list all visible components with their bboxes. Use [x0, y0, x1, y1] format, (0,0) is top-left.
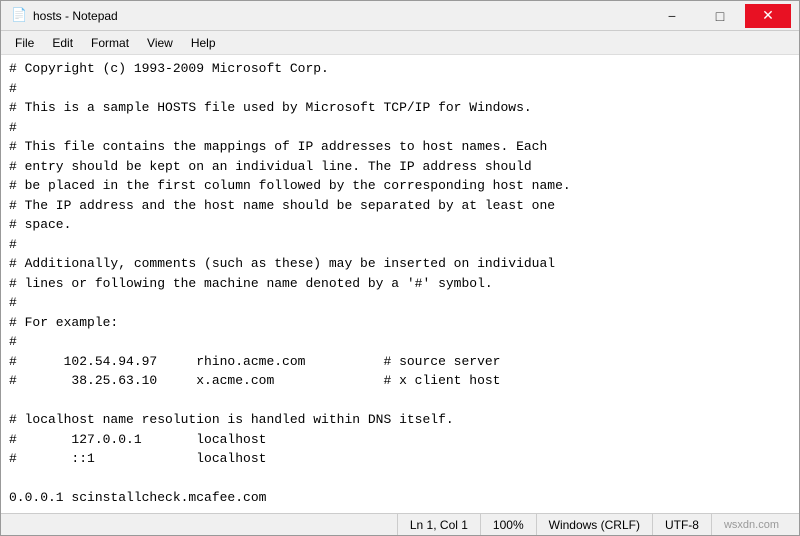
title-bar-left: 📄 hosts - Notepad	[11, 8, 118, 24]
close-button[interactable]: ✕	[745, 4, 791, 28]
menu-view[interactable]: View	[139, 34, 181, 52]
title-bar: 📄 hosts - Notepad − □ ✕	[1, 1, 799, 31]
status-watermark-text: wsxdn.com	[724, 519, 779, 531]
window-controls: − □ ✕	[649, 4, 791, 28]
status-line-ending-text: Windows (CRLF)	[549, 518, 640, 532]
menu-edit[interactable]: Edit	[44, 34, 81, 52]
main-window: 📄 hosts - Notepad − □ ✕ File Edit Format…	[0, 0, 800, 536]
window-title: hosts - Notepad	[33, 9, 118, 23]
app-icon: 📄	[11, 8, 27, 24]
status-zoom-text: 100%	[493, 518, 524, 532]
status-position: Ln 1, Col 1	[398, 514, 481, 535]
menu-file[interactable]: File	[7, 34, 42, 52]
status-encoding: UTF-8	[653, 514, 712, 535]
status-zoom: 100%	[481, 514, 537, 535]
status-bar: Ln 1, Col 1 100% Windows (CRLF) UTF-8 ws…	[1, 513, 799, 535]
status-line-ending: Windows (CRLF)	[537, 514, 653, 535]
menu-format[interactable]: Format	[83, 34, 137, 52]
editor-area[interactable]: # Copyright (c) 1993-2009 Microsoft Corp…	[1, 55, 799, 513]
maximize-button[interactable]: □	[697, 4, 743, 28]
menu-bar: File Edit Format View Help	[1, 31, 799, 55]
status-encoding-text: UTF-8	[665, 518, 699, 532]
minimize-button[interactable]: −	[649, 4, 695, 28]
status-watermark: wsxdn.com	[712, 514, 791, 535]
status-position-text: Ln 1, Col 1	[410, 518, 468, 532]
editor-content: # Copyright (c) 1993-2009 Microsoft Corp…	[9, 59, 791, 513]
menu-help[interactable]: Help	[183, 34, 224, 52]
status-position-spacer	[9, 514, 398, 535]
